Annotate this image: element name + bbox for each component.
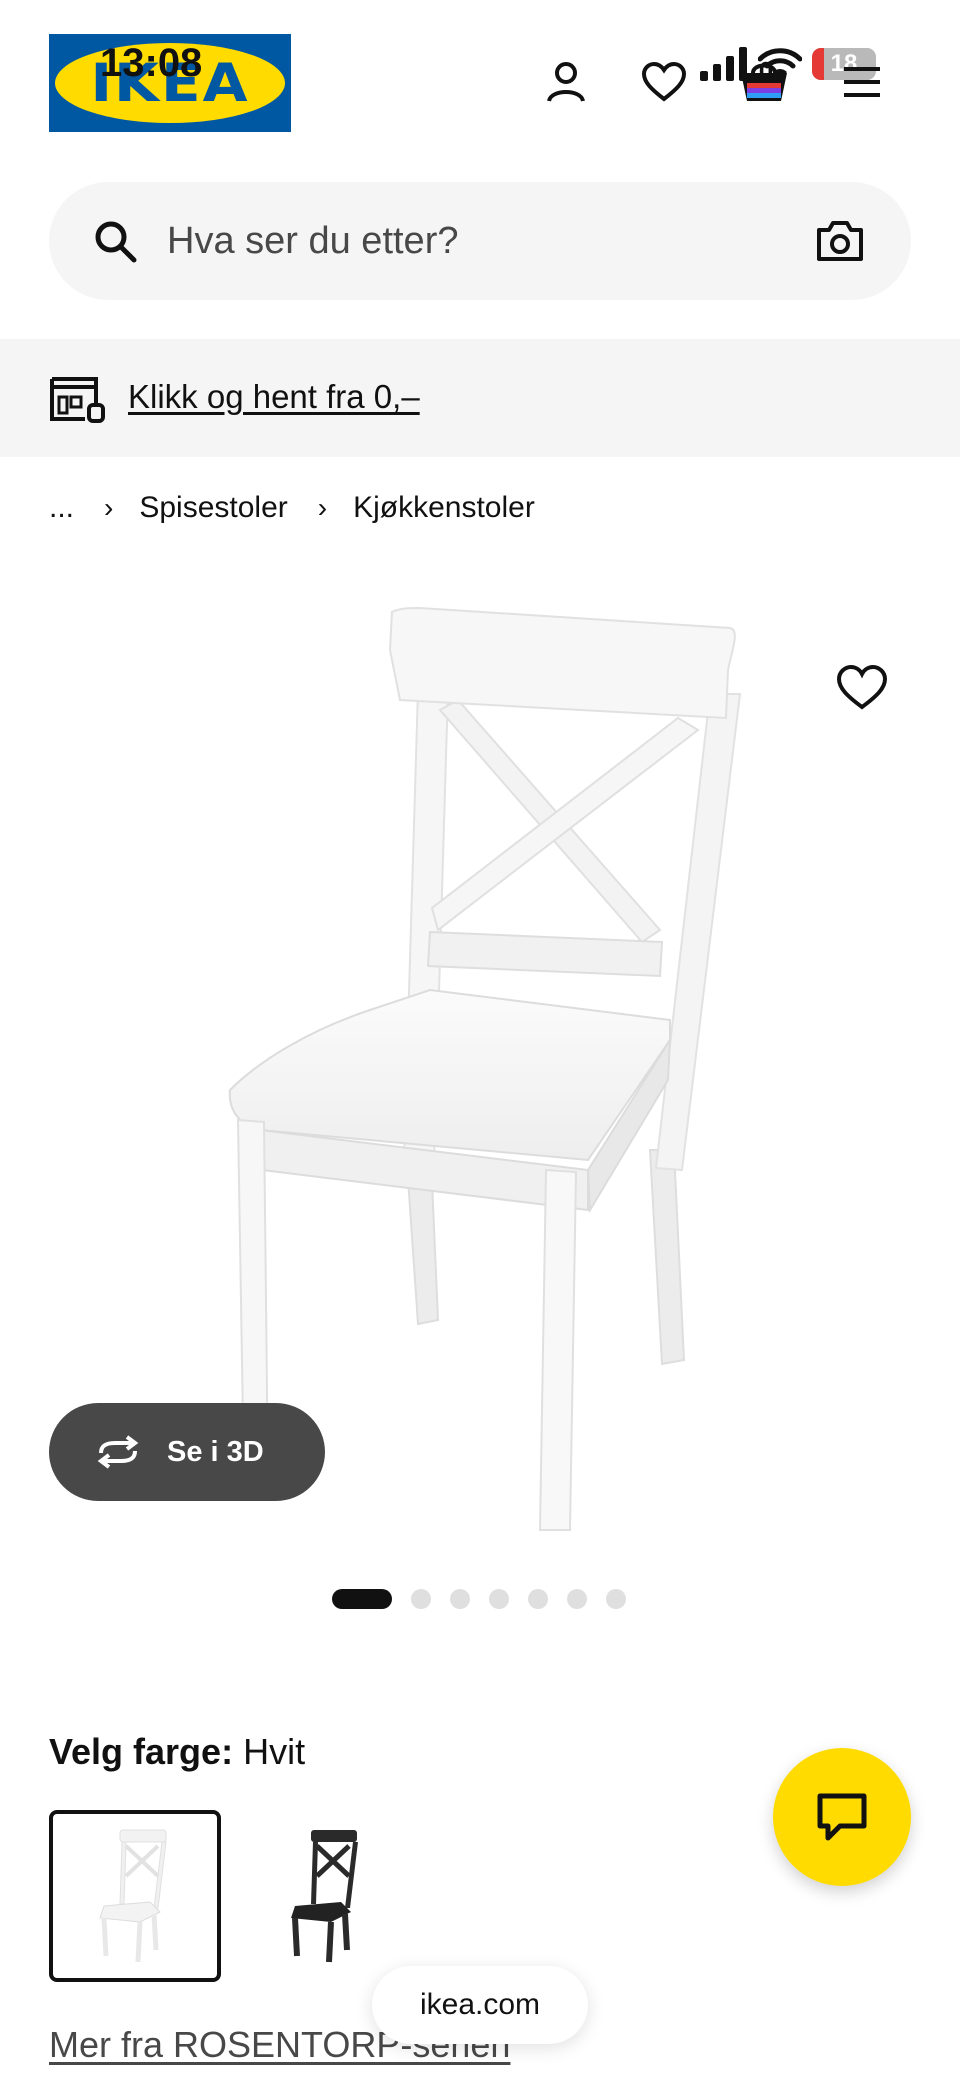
color-swatch-white[interactable] [49, 1810, 221, 1982]
click-collect-link[interactable]: Klikk og hent fra 0,– [128, 375, 420, 419]
color-selector-label: Velg farge: Hvit [49, 1730, 305, 1774]
user-icon[interactable] [540, 56, 592, 108]
browser-url-pill[interactable]: ikea.com [372, 1966, 588, 2044]
carousel-dot-active[interactable] [332, 1589, 392, 1609]
search-input[interactable] [167, 212, 727, 270]
add-to-favorites-icon[interactable] [836, 664, 888, 712]
browser-url-text: ikea.com [419, 1988, 541, 2021]
carousel-dot[interactable] [489, 1589, 509, 1609]
chat-icon [817, 1793, 867, 1841]
breadcrumb: ... › Spisestoler › Kjøkkenstoler [49, 486, 535, 530]
carousel-dot[interactable] [450, 1589, 470, 1609]
click-collect-banner: Klikk og hent fra 0,– [0, 339, 960, 457]
view-in-3d-button[interactable]: Se i 3D [49, 1403, 325, 1501]
view-in-3d-label: Se i 3D [167, 1435, 264, 1468]
wifi-icon [758, 48, 802, 79]
heart-icon[interactable] [638, 56, 690, 108]
color-swatch-black[interactable] [240, 1810, 412, 1982]
chat-button[interactable] [773, 1748, 911, 1886]
carousel-dot[interactable] [528, 1589, 548, 1609]
camera-icon[interactable] [815, 218, 865, 264]
signal-icon [700, 47, 747, 81]
store-pickup-icon [50, 377, 105, 423]
carousel-dot[interactable] [606, 1589, 626, 1609]
image-carousel-dots [332, 1589, 626, 1609]
breadcrumb-item-spisestoler[interactable]: Spisestoler [139, 491, 287, 525]
battery-fill [812, 48, 824, 80]
white-chair-thumbnail [99, 1829, 167, 1963]
rotate-3d-icon [97, 1435, 139, 1469]
breadcrumb-item-kjokkenstoler[interactable]: Kjøkkenstoler [353, 491, 535, 525]
menu-icon[interactable] [836, 56, 888, 108]
chevron-right-icon: › [317, 492, 328, 523]
search-bar[interactable] [49, 182, 911, 300]
carousel-dot[interactable] [567, 1589, 587, 1609]
carousel-dot[interactable] [411, 1589, 431, 1609]
search-icon[interactable] [93, 219, 137, 263]
selected-color-value: Hvit [243, 1731, 306, 1772]
breadcrumb-ellipsis[interactable]: ... [49, 491, 74, 525]
status-time: 13:08 [100, 41, 203, 85]
black-chair-thumbnail [291, 1830, 358, 1963]
chevron-right-icon: › [104, 492, 114, 523]
color-label-prefix: Velg farge: [49, 1731, 234, 1772]
site-header: IKEA 13:08 0 18 [0, 0, 960, 160]
